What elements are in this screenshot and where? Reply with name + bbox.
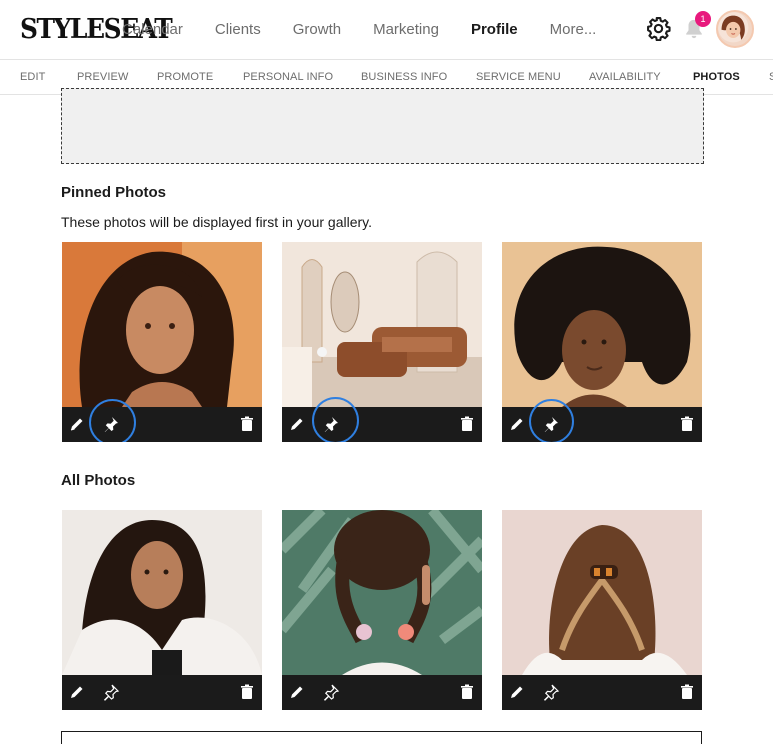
top-navigation-bar: STYLESEAT Calendar Clients Growth Market… <box>0 0 773 59</box>
main-nav: Calendar Clients Growth Marketing Profil… <box>122 0 628 59</box>
tab-edit[interactable]: EDIT <box>20 60 45 94</box>
photo-toolbar <box>62 399 262 442</box>
nav-more[interactable]: More... <box>550 21 597 38</box>
avatar[interactable] <box>716 10 754 48</box>
trash-icon[interactable] <box>678 415 696 433</box>
settings-gear-icon[interactable] <box>646 16 671 42</box>
pin-icon[interactable] <box>542 683 560 701</box>
photo-woman-white-top[interactable] <box>62 510 262 675</box>
photo-card[interactable] <box>502 510 702 710</box>
trash-icon[interactable] <box>458 683 476 701</box>
photo-toolbar <box>502 675 702 710</box>
photo-toolbar <box>282 675 482 710</box>
edit-pencil-icon[interactable] <box>68 683 86 701</box>
photo-upload-dropzone[interactable] <box>61 88 704 164</box>
nav-calendar[interactable]: Calendar <box>122 21 183 38</box>
nav-clients[interactable]: Clients <box>215 21 261 38</box>
edit-pencil-icon[interactable] <box>508 415 526 433</box>
all-photos-heading: All Photos <box>61 472 136 489</box>
tab-overflow[interactable]: S <box>769 60 773 94</box>
photo-card[interactable] <box>62 510 262 710</box>
nav-marketing[interactable]: Marketing <box>373 21 439 38</box>
pin-icon[interactable] <box>542 415 560 433</box>
photo-card[interactable] <box>282 510 482 710</box>
trash-icon[interactable] <box>238 683 256 701</box>
nav-growth[interactable]: Growth <box>293 21 341 38</box>
photo-half-up-hairstyle[interactable] <box>502 510 702 675</box>
pin-icon[interactable] <box>102 415 120 433</box>
edit-pencil-icon[interactable] <box>68 415 86 433</box>
notification-badge: 1 <box>695 11 711 27</box>
trash-icon[interactable] <box>678 683 696 701</box>
photo-toolbar <box>62 675 262 710</box>
trash-icon[interactable] <box>458 415 476 433</box>
photo-toolbar <box>282 397 482 442</box>
photo-curly-hair-woman[interactable] <box>62 242 262 407</box>
pin-icon[interactable] <box>102 683 120 701</box>
pinned-photo-card[interactable] <box>62 242 262 442</box>
pin-icon[interactable] <box>322 415 340 433</box>
pinned-photo-card[interactable] <box>502 242 702 442</box>
pin-icon[interactable] <box>322 683 340 701</box>
nav-profile[interactable]: Profile <box>471 21 518 38</box>
edit-pencil-icon[interactable] <box>508 683 526 701</box>
edit-pencil-icon[interactable] <box>288 415 306 433</box>
pinned-photo-card[interactable] <box>282 242 482 442</box>
pinned-photos-description: These photos will be displayed first in … <box>61 214 373 230</box>
photo-toolbar <box>502 399 702 442</box>
pinned-photos-heading: Pinned Photos <box>61 184 166 201</box>
photo-afro-hair-woman[interactable] <box>502 242 702 407</box>
photo-braided-pigtails[interactable] <box>282 510 482 675</box>
trash-icon[interactable] <box>238 415 256 433</box>
edit-pencil-icon[interactable] <box>288 683 306 701</box>
photo-salon-interior[interactable] <box>282 242 482 407</box>
bottom-panel-edge <box>61 731 702 744</box>
